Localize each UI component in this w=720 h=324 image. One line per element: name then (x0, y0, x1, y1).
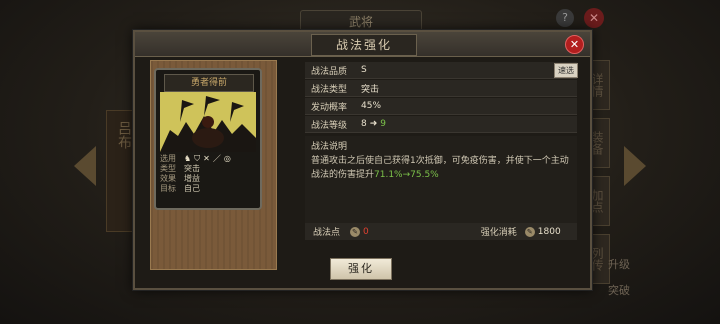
help-icon[interactable]: ? (556, 9, 574, 27)
next-arrow-icon[interactable] (624, 146, 646, 186)
type-row: 战法类型 突击 (305, 80, 577, 97)
breakthrough-button[interactable]: 突破 (608, 282, 630, 298)
quality-label: 战法品质 (311, 66, 348, 77)
bow-icon: ✕ (203, 154, 210, 163)
cost-bar: 战法点 ✎ 0 强化消耗 ✎ 1800 (305, 223, 577, 240)
description-text: 普通攻击之后使自己获得1次抵御，可免疫伤害，并使下一个主动战法的伤害提升71.1… (311, 154, 571, 182)
skill-info-panel: 战法品质 S 速选 战法类型 突击 发动概率 45% 战法等级 8 ➜ 9 战法… (305, 62, 578, 232)
level-next: 9 (380, 119, 387, 129)
swap-button[interactable]: 速选 (554, 63, 578, 78)
consume-value: 1800 (537, 226, 561, 237)
background-close-icon[interactable]: ✕ (584, 8, 604, 28)
shield-icon: ⛉ (194, 154, 201, 163)
cavalry-illustration (160, 92, 256, 152)
upgrade-button[interactable]: 强化 (330, 258, 392, 280)
skill-art (160, 92, 256, 152)
rate-row: 发动概率 45% (305, 98, 577, 115)
description-heading: 战法说明 (311, 142, 348, 152)
skill-name: 勇者得前 (164, 74, 254, 92)
dialog-title: 战法强化 (311, 34, 417, 56)
effect-label: 效果 (160, 174, 176, 183)
type-value: 突击 (184, 164, 200, 173)
rate-value: 45% (361, 101, 382, 111)
description-highlight: 71.1%→75.5% (374, 170, 439, 180)
goal-value: 自己 (184, 184, 200, 193)
level-up-button[interactable]: 升级 (608, 256, 630, 272)
spear-icon: ／ (212, 154, 221, 163)
skill-type-value: 突击 (361, 84, 380, 95)
skill-description: 战法说明 普通攻击之后使自己获得1次抵御，可免疫伤害，并使下一个主动战法的伤害提… (305, 136, 577, 232)
close-icon[interactable]: ✕ (565, 35, 584, 54)
arrow-right-icon: ➜ (369, 119, 378, 129)
siege-icon: ◎ (223, 154, 231, 163)
general-name: 吕布 (116, 121, 132, 149)
coin-icon: ✎ (524, 226, 535, 237)
unit-type-icons: ♞ ⛉ ✕ ／ ◎ (184, 154, 231, 164)
description-body: 普通攻击之后使自己获得1次抵御，可免疫伤害，并使下一个主动战法的伤害提升 (311, 156, 569, 180)
consume-label: 强化消耗 (480, 228, 517, 238)
type-label: 类型 (160, 164, 176, 173)
quality-row: 战法品质 S 速选 (305, 62, 578, 79)
skill-card-info: 选用 ♞ ⛉ ✕ ／ ◎ 类型 突击 效果 增益 目标 自己 (160, 154, 256, 194)
skill-type-label: 战法类型 (311, 84, 348, 95)
goal-label: 目标 (160, 184, 176, 193)
effect-value: 增益 (184, 174, 200, 183)
previous-arrow-icon[interactable] (74, 146, 96, 186)
cavalry-icon: ♞ (184, 154, 192, 163)
skill-card: 勇者得前 选用 ♞ ⛉ ✕ ／ ◎ 类型 突击 效果 增益 目标 自己 (154, 68, 262, 210)
skill-points-label: 战法点 (313, 228, 341, 238)
level-current: 8 (361, 119, 367, 129)
dialog-header: 战法强化 ✕ (135, 32, 590, 57)
skill-upgrade-dialog: 战法强化 ✕ 勇者得前 选用 ♞ ⛉ ✕ ／ ◎ 类型 突击 效果 增益 目标 … (133, 30, 592, 290)
level-label: 战法等级 (311, 120, 348, 131)
rate-label: 发动概率 (311, 102, 348, 113)
coin-icon: ✎ (350, 226, 361, 237)
target-label: 选用 (160, 154, 176, 163)
level-row: 战法等级 8 ➜ 9 (305, 116, 577, 133)
skill-points-value: 0 (363, 226, 369, 237)
quality-value: S (361, 65, 367, 75)
